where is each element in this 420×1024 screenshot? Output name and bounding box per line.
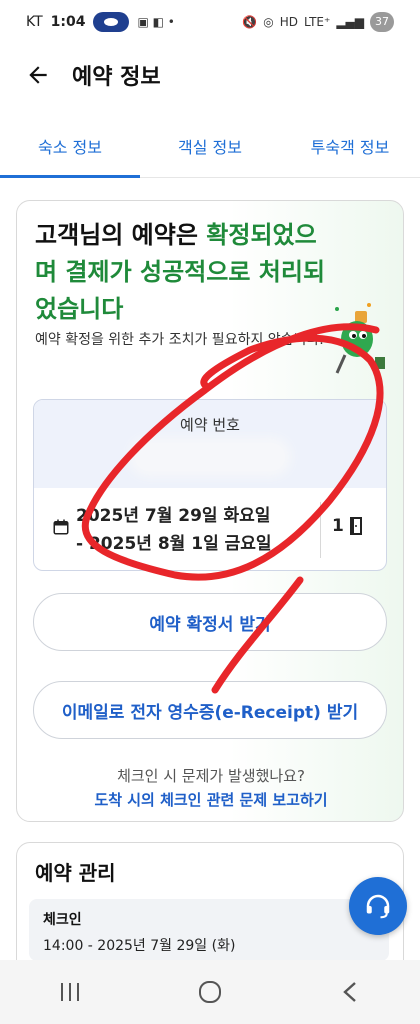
room-count: 1 (332, 516, 344, 536)
checkin-info: 체크인 14:00 - 2025년 7월 29일 (화) (29, 899, 389, 961)
page-title: 예약 정보 (72, 65, 161, 90)
divider (320, 502, 321, 558)
status-bar: KT 1:04 ▣ ◧ • 🔇 ◎ HD LTE⁺ ▂▄▆ 37 (0, 0, 420, 44)
checkin-value: 14:00 - 2025년 7월 29일 (화) (43, 938, 236, 954)
booking-number-label: 예약 번호 (180, 416, 240, 434)
status-time: 1:04 (50, 14, 86, 30)
confirmation-title: 고객님의 예약은 확정되었으며 결제가 성공적으로 처리되었습니다 (35, 217, 335, 328)
tab-guest-info[interactable]: 투숙객 정보 (280, 114, 420, 177)
check-in-date: 2025년 7월 29일 화요일 (76, 506, 271, 526)
booking-summary: 예약 번호 2025년 7월 29일 화요일 - 2025년 8월 1일 금요일… (33, 399, 387, 571)
email-receipt-label: 이메일로 전자 영수증(e-Receipt) 받기 (61, 702, 359, 723)
notification-icons: ▣ ◧ • (137, 15, 175, 29)
headset-icon (366, 894, 390, 919)
app-bar: 예약 정보 (0, 44, 420, 106)
nav-recents-icon[interactable] (40, 972, 100, 1012)
mute-icon: 🔇 (242, 15, 258, 29)
check-out-date: - 2025년 8월 1일 금요일 (76, 534, 272, 554)
get-confirmation-button[interactable]: 예약 확정서 받기 (33, 593, 387, 651)
signal-icon: ▂▄▆ (336, 15, 364, 29)
system-nav-bar (0, 960, 420, 1024)
confirmation-card: 고객님의 예약은 확정되었으며 결제가 성공적으로 처리되었습니다 예약 확정을… (16, 200, 404, 822)
hd-icon: HD (279, 15, 299, 29)
email-receipt-button[interactable]: 이메일로 전자 영수증(e-Receipt) 받기 (33, 681, 387, 739)
checkin-label: 체크인 (43, 912, 82, 928)
report-checkin-issue-link[interactable]: 도착 시의 체크인 관련 문제 보고하기 (17, 789, 403, 810)
nav-home-icon[interactable] (180, 972, 240, 1012)
chat-notification-icon (93, 12, 130, 32)
carrier: KT (26, 14, 43, 30)
confirmation-title-text: 고객님의 예약은 (35, 221, 207, 249)
battery-level: 37 (370, 12, 394, 32)
checkin-help-question: 체크인 시 문제가 발생했나요? (117, 767, 305, 785)
confirmation-subtitle: 예약 확정을 위한 추가 조치가 필요하지 않습니다. (35, 332, 324, 348)
door-icon (350, 517, 362, 535)
stay-dates: 2025년 7월 29일 화요일 - 2025년 8월 1일 금요일 (76, 502, 272, 558)
booking-number-redacted (135, 443, 285, 471)
wifi-icon: ◎ (263, 15, 274, 29)
tab-room-info[interactable]: 객실 정보 (140, 114, 280, 177)
customer-support-button[interactable] (349, 877, 407, 935)
tab-bar: 숙소 정보 객실 정보 투숙객 정보 (0, 114, 420, 178)
calendar-icon (53, 519, 69, 535)
manage-booking-title: 예약 관리 (35, 861, 116, 885)
network-type: LTE⁺ (304, 15, 331, 29)
tab-property-info[interactable]: 숙소 정보 (0, 114, 140, 178)
nav-back-icon[interactable] (320, 972, 380, 1012)
mascot-illustration (335, 303, 385, 374)
back-arrow-icon[interactable] (22, 59, 54, 91)
